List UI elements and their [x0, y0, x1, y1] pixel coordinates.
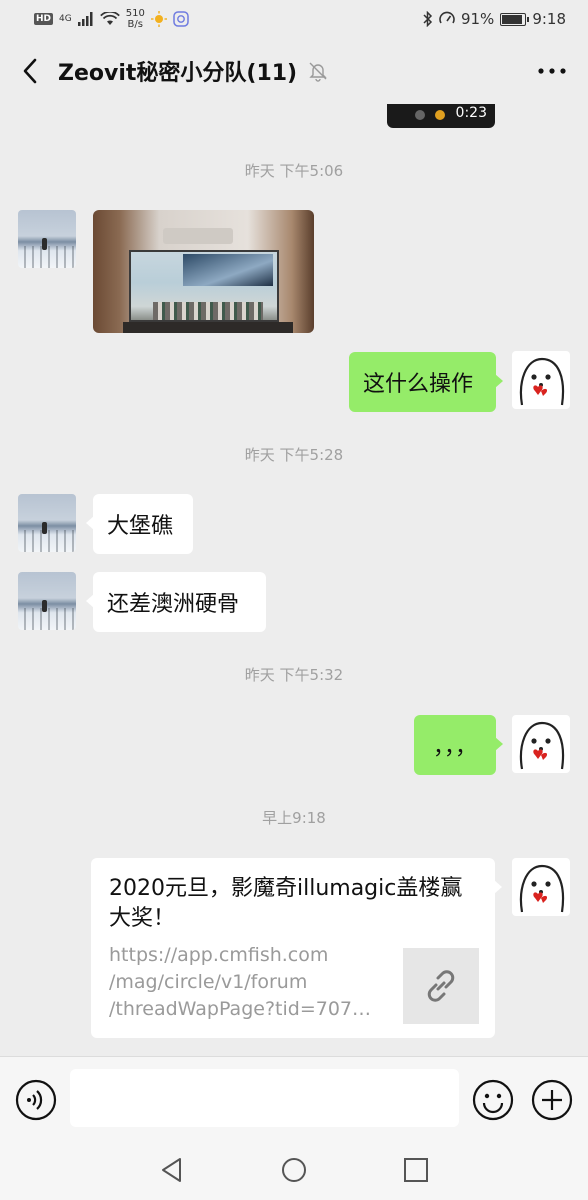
avatar-rocks	[18, 608, 76, 630]
emoji-icon	[472, 1079, 514, 1121]
message-bubble-other[interactable]: 大堡礁	[86, 494, 193, 554]
link-title: 2020元旦，影魔奇illumagic盖楼赢大奖！	[109, 876, 463, 931]
link-url-line: https://app.cmfish.com	[109, 944, 329, 966]
chevron-left-icon	[23, 58, 37, 84]
weather-sun-icon	[150, 11, 167, 27]
message-text: ，，，	[432, 735, 477, 760]
message-bubble-self[interactable]: 这什么操作	[349, 352, 503, 412]
sticker-avatar-icon	[519, 357, 565, 406]
link-thumbnail	[403, 948, 479, 1024]
plus-button[interactable]	[531, 1079, 573, 1121]
status-time: 9:18	[532, 10, 566, 28]
nav-back-icon[interactable]	[158, 1156, 186, 1184]
timestamp: 昨天 下午5:32	[244, 666, 344, 684]
sticker-avatar-icon	[519, 721, 565, 770]
plus-icon	[531, 1079, 573, 1121]
emoji-button[interactable]	[472, 1079, 514, 1121]
image-stand	[123, 322, 293, 333]
bell-off-icon	[309, 62, 327, 82]
link-url-line: /threadWapPage?tid=7078...	[109, 998, 379, 1020]
more-button[interactable]	[532, 51, 572, 91]
title-bar: Zeovit秘密小分队(11)	[0, 38, 588, 104]
hd-badge: HD	[34, 13, 54, 25]
link-card[interactable]: 2020元旦，影魔奇illumagic盖楼赢大奖！ https://app.cm…	[91, 858, 502, 1038]
avatar-self[interactable]	[512, 715, 570, 773]
voice-button[interactable]	[15, 1079, 57, 1121]
status-left: HD 4G 510 B/s	[34, 8, 189, 30]
input-bar	[0, 1056, 588, 1142]
timestamp: 昨天 下午5:28	[244, 446, 344, 464]
image-rocks	[153, 302, 263, 320]
video-message[interactable]: 0:23	[387, 104, 495, 128]
video-preview-dot	[415, 110, 425, 120]
link-icon	[427, 970, 455, 1002]
avatar[interactable]	[18, 210, 76, 268]
image-lamp	[163, 228, 233, 244]
bluetooth-icon	[423, 11, 433, 27]
timestamp: 昨天 下午5:06	[244, 162, 344, 180]
link-url: https://app.cmfish.com /mag/circle/v1/fo…	[109, 942, 379, 1023]
battery-fill	[502, 14, 523, 24]
back-button[interactable]	[16, 51, 44, 91]
network-type: 4G	[59, 14, 72, 24]
image-message[interactable]	[93, 210, 314, 333]
avatar[interactable]	[18, 572, 76, 630]
message-text: 这什么操作	[363, 372, 474, 397]
avatar-rocks	[18, 530, 76, 552]
voice-icon	[15, 1079, 57, 1121]
avatar-figure	[42, 522, 47, 534]
message-bubble-self[interactable]: ，，，	[414, 715, 503, 775]
avatar-rocks	[18, 246, 76, 268]
video-duration: 0:23	[455, 105, 487, 121]
message-text: 大堡礁	[107, 514, 174, 539]
net-speed-value: 510	[125, 8, 145, 19]
link-url-line: /mag/circle/v1/forum	[109, 971, 308, 993]
avatar-self[interactable]	[512, 351, 570, 409]
timestamp: 早上9:18	[262, 809, 326, 827]
speedometer-icon	[439, 11, 455, 24]
battery-percent: 91%	[460, 10, 495, 28]
avatar-figure	[42, 238, 47, 250]
avatar[interactable]	[18, 494, 76, 552]
net-speed: 510 B/s	[126, 8, 145, 30]
chat-area[interactable]: 0:23 昨天 下午5:06 这什么操作 昨天 下午5:28 大堡礁 还差澳洲硬…	[0, 104, 588, 1056]
message-input[interactable]	[70, 1069, 459, 1127]
net-speed-unit: B/s	[127, 19, 143, 30]
avatar-figure	[42, 600, 47, 612]
nav-home-icon[interactable]	[280, 1156, 308, 1184]
signal-icon	[77, 12, 93, 26]
more-icon	[538, 68, 566, 74]
avatar-self[interactable]	[512, 858, 570, 916]
sticker-avatar-icon	[519, 864, 565, 913]
system-nav-bar	[0, 1142, 588, 1200]
image-wave	[183, 254, 273, 286]
message-text: 还差澳洲硬骨	[107, 592, 240, 617]
chat-title: Zeovit秘密小分队(11)	[58, 61, 298, 86]
message-bubble-other[interactable]: 还差澳洲硬骨	[86, 572, 266, 632]
nav-recent-icon[interactable]	[403, 1157, 429, 1183]
status-right: 91% 9:18	[423, 10, 566, 28]
wifi-icon	[99, 12, 120, 25]
battery-icon	[500, 12, 530, 26]
video-preview-dot	[435, 110, 445, 120]
status-bar: HD 4G 510 B/s 91% 9:18	[0, 0, 588, 38]
app-notification-icon	[173, 11, 189, 27]
